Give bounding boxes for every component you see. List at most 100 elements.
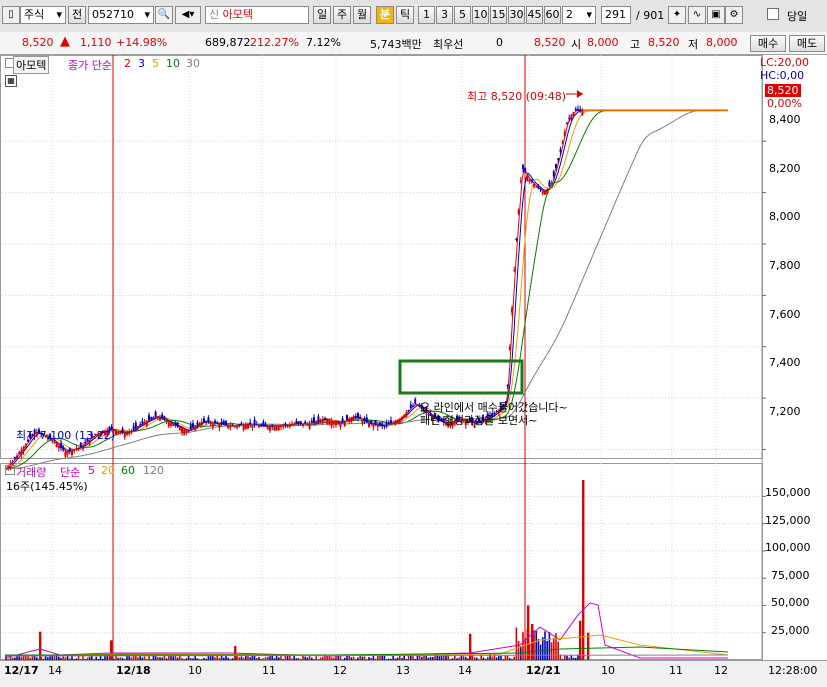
candle-body bbox=[515, 238, 518, 240]
interval-button[interactable]: 60 bbox=[544, 6, 561, 24]
candle-body bbox=[24, 444, 27, 448]
open-label: 시 bbox=[571, 38, 582, 51]
chart-type-icon[interactable]: ✦ bbox=[668, 6, 686, 24]
candle-body bbox=[156, 416, 159, 418]
speaker-icon[interactable]: ◀▾ bbox=[175, 6, 201, 24]
candle-body bbox=[260, 424, 263, 426]
candle-body bbox=[269, 426, 271, 431]
panel-menu-icon[interactable] bbox=[5, 465, 15, 475]
candle-body bbox=[79, 442, 82, 447]
candle-body bbox=[222, 421, 225, 425]
interval-value: 2 bbox=[566, 8, 573, 21]
candle-body bbox=[165, 420, 168, 422]
period-month-button[interactable]: 월 bbox=[353, 6, 371, 24]
candle-body bbox=[513, 269, 516, 271]
candle-body bbox=[284, 423, 287, 426]
candle-body bbox=[55, 444, 58, 447]
interval-button[interactable]: 45 bbox=[526, 6, 543, 24]
volume-bar bbox=[587, 632, 590, 660]
chart-canvas[interactable] bbox=[0, 55, 827, 686]
candle-body bbox=[117, 431, 120, 434]
chart-settings-icon[interactable]: ▯ bbox=[2, 6, 20, 24]
market-type-select[interactable]: 주식 ▾ bbox=[20, 6, 66, 24]
stock-name-field[interactable]: 신 아모텍 bbox=[205, 6, 309, 24]
candle-body bbox=[233, 426, 236, 428]
interval-button[interactable]: 1 bbox=[418, 6, 435, 24]
volume-bar bbox=[548, 631, 551, 660]
candle-body bbox=[511, 308, 513, 313]
sell-button[interactable]: 매도 bbox=[789, 35, 825, 52]
candle-body bbox=[238, 424, 241, 426]
candle-body bbox=[557, 158, 560, 161]
candle-body bbox=[82, 445, 84, 449]
today-checkbox[interactable] bbox=[767, 8, 779, 20]
low-price: 8,000 bbox=[706, 36, 738, 49]
period-week-button[interactable]: 주 bbox=[333, 6, 351, 24]
price-panel-border bbox=[0, 55, 763, 459]
candle-body bbox=[524, 167, 527, 173]
buy-button[interactable]: 매수 bbox=[750, 35, 786, 52]
time-axis-label: 12/17 bbox=[4, 664, 39, 677]
candle-body bbox=[302, 423, 304, 427]
period-minute-button[interactable]: 분 bbox=[376, 6, 394, 24]
period-tick-button[interactable]: 틱 bbox=[396, 6, 414, 24]
candle-body bbox=[530, 179, 533, 183]
price-change: 1,110 bbox=[80, 36, 112, 49]
candle-body bbox=[335, 422, 337, 426]
candle-body bbox=[242, 424, 245, 430]
candle-body bbox=[548, 181, 551, 187]
interval-button[interactable]: 3 bbox=[436, 6, 453, 24]
candle-body bbox=[163, 416, 166, 420]
calculator-icon[interactable]: ▦ bbox=[5, 75, 17, 87]
time-axis-label: 11 bbox=[262, 664, 276, 677]
volume-ma-item: 5 bbox=[88, 464, 95, 477]
market-mode-button[interactable]: 전 bbox=[68, 6, 86, 24]
candle-body bbox=[414, 399, 417, 404]
interval-value-input[interactable]: 2 ▾ bbox=[562, 6, 596, 24]
candle-body bbox=[581, 110, 584, 116]
candle-body bbox=[561, 141, 564, 144]
candle-body bbox=[568, 118, 571, 120]
candle-body bbox=[16, 455, 18, 459]
y-tick-label: 7,600 bbox=[769, 308, 801, 321]
candle-body bbox=[132, 426, 135, 430]
save-icon[interactable]: ▣ bbox=[707, 6, 725, 24]
y-tick-label: 8,400 bbox=[769, 113, 801, 126]
candle-body bbox=[541, 191, 544, 195]
time-axis-label: 14 bbox=[48, 664, 62, 677]
candle-body bbox=[348, 418, 351, 422]
volume-ma-item: 60 bbox=[121, 464, 135, 477]
candle-body bbox=[405, 412, 408, 417]
candle-body bbox=[207, 417, 210, 423]
interval-button[interactable]: 5 bbox=[454, 6, 471, 24]
new-badge: 신 bbox=[209, 8, 220, 21]
interval-button[interactable]: 10 bbox=[472, 6, 489, 24]
volume-y-tick: 25,000 bbox=[771, 624, 810, 637]
indicator-icon[interactable]: ∿ bbox=[688, 6, 706, 24]
candle-body bbox=[161, 414, 164, 419]
stock-code-input[interactable]: 052710 ▾ bbox=[88, 6, 154, 24]
search-icon[interactable]: 🔍 bbox=[155, 6, 173, 24]
interval-button[interactable]: 15 bbox=[490, 6, 507, 24]
time-axis-label: 13 bbox=[396, 664, 410, 677]
gear-icon[interactable]: ⚙ bbox=[725, 6, 743, 24]
candle-body bbox=[508, 346, 511, 350]
count-input[interactable]: 291 bbox=[601, 6, 631, 24]
candle-body bbox=[535, 186, 538, 188]
candle-body bbox=[262, 421, 265, 427]
candle-body bbox=[552, 171, 555, 177]
candle-body bbox=[20, 450, 23, 456]
candle-body bbox=[376, 425, 379, 428]
period-day-button[interactable]: 일 bbox=[313, 6, 331, 24]
time-axis-label: 12/21 bbox=[526, 664, 561, 677]
today-label: 당일 bbox=[787, 10, 808, 23]
candle-body bbox=[519, 180, 522, 182]
candle-body bbox=[275, 426, 278, 431]
y-tick-label: 7,400 bbox=[769, 356, 801, 369]
candle-body bbox=[546, 189, 549, 194]
interval-button[interactable]: 30 bbox=[508, 6, 525, 24]
candle-body bbox=[313, 417, 315, 423]
candle-body bbox=[218, 424, 221, 428]
volume-ratio: 212.27% bbox=[250, 36, 299, 49]
candle-body bbox=[266, 426, 269, 429]
